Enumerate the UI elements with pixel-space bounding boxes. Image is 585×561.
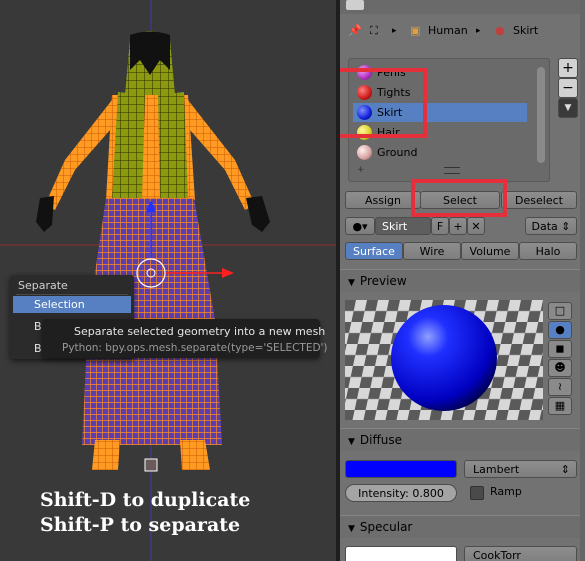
add-slot-button[interactable]: +: [558, 58, 578, 78]
breadcrumb-object: Human: [428, 24, 468, 37]
tooltip-description: Separate selected geometry into a new me…: [74, 325, 326, 338]
3d-viewport[interactable]: Shift-D to duplicate Shift-P to separate…: [0, 0, 336, 561]
preview-title: Preview: [359, 274, 407, 288]
assign-button[interactable]: Assign: [345, 191, 421, 209]
highlight-box-materials: [340, 68, 427, 138]
specular-title: Specular: [359, 520, 413, 534]
specular-shader-value: CookTorr: [473, 549, 521, 561]
tab-volume[interactable]: Volume: [461, 242, 519, 260]
intensity-slider[interactable]: Intensity: 0.800: [345, 484, 457, 502]
specular-color-swatch[interactable]: [345, 546, 457, 561]
collapse-triangle-icon: ▼: [348, 437, 355, 447]
preview-cube-icon[interactable]: ◼: [548, 340, 572, 358]
preview-flat-icon[interactable]: □: [548, 302, 572, 320]
properties-editor: 📌 ⛶ ▸ ▣ Human ▸ ● Skirt Penis Tights Ski…: [340, 0, 585, 561]
scene-icon: ⛶: [370, 24, 378, 37]
collapse-triangle-icon: ▼: [348, 278, 355, 288]
object-icon: ▣: [410, 24, 421, 37]
preview-monkey-icon[interactable]: ☻: [548, 359, 572, 377]
caption-duplicate: Shift-D to duplicate: [40, 489, 251, 511]
collapse-triangle-icon: ▼: [348, 524, 355, 534]
menu-item-selection[interactable]: Selection: [13, 296, 131, 313]
material-browse-icon[interactable]: ●▾: [345, 217, 375, 235]
link-value: Data: [531, 220, 558, 233]
link-dropdown[interactable]: Data ⇕: [525, 217, 577, 235]
resize-grip-icon[interactable]: [444, 167, 460, 174]
specular-shader-dropdown[interactable]: CookTorr: [464, 546, 577, 561]
material-icon: ●: [495, 24, 505, 37]
ramp-checkbox[interactable]: [470, 486, 484, 500]
diffuse-title: Diffuse: [359, 433, 403, 447]
material-preview: [345, 300, 543, 420]
remove-slot-button[interactable]: −: [558, 78, 578, 98]
list-scrollbar[interactable]: [537, 67, 545, 163]
preview-sky-icon[interactable]: ▦: [548, 397, 572, 415]
highlight-box-select: [411, 179, 507, 217]
properties-scrollbar[interactable]: [580, 0, 585, 561]
move-down-icon[interactable]: ▼: [558, 98, 578, 118]
menu-title: Separate: [18, 279, 68, 292]
chevron-right-icon: ▸: [476, 26, 481, 36]
specular-panel-header[interactable]: ▼ Specular: [340, 515, 585, 538]
material-name-field[interactable]: Skirt: [375, 217, 431, 235]
menu-divider: [16, 294, 128, 295]
breadcrumb-material: Skirt: [513, 24, 539, 37]
diffuse-shader-value: Lambert: [473, 463, 520, 476]
preview-hair-icon[interactable]: ≀: [548, 378, 572, 396]
material-name: Ground: [377, 146, 418, 159]
unlink-material-button[interactable]: ✕: [467, 217, 485, 235]
caption-separate: Shift-P to separate: [40, 514, 241, 536]
list-item[interactable]: Ground: [353, 143, 527, 162]
tooltip-python: Python: bpy.ops.mesh.separate(type='SELE…: [62, 342, 328, 354]
chevron-updown-icon: ⇕: [560, 463, 570, 476]
preview-sphere-icon[interactable]: ●: [548, 321, 572, 339]
deselect-button[interactable]: Deselect: [501, 191, 577, 209]
filter-icon[interactable]: +: [357, 165, 365, 175]
ramp-label: Ramp: [490, 485, 522, 498]
new-material-button[interactable]: +: [449, 217, 467, 235]
preview-panel-header[interactable]: ▼ Preview: [340, 269, 585, 292]
properties-header: [340, 0, 585, 14]
diffuse-panel-header[interactable]: ▼ Diffuse: [340, 428, 585, 451]
tab-halo[interactable]: Halo: [519, 242, 577, 260]
diffuse-shader-dropdown[interactable]: Lambert ⇕: [464, 460, 577, 478]
diffuse-color-swatch[interactable]: [345, 460, 457, 478]
chevron-right-icon: ▸: [392, 26, 397, 36]
tab-surface[interactable]: Surface: [345, 242, 403, 260]
material-ball-icon: [357, 145, 372, 160]
editor-type-icon[interactable]: [346, 0, 364, 10]
fake-user-button[interactable]: F: [431, 217, 449, 235]
chevron-updown-icon: ⇕: [561, 220, 571, 233]
tab-wire[interactable]: Wire: [403, 242, 461, 260]
tooltip: Separate selected geometry into a new me…: [42, 319, 328, 358]
pin-icon[interactable]: 📌: [348, 22, 362, 40]
